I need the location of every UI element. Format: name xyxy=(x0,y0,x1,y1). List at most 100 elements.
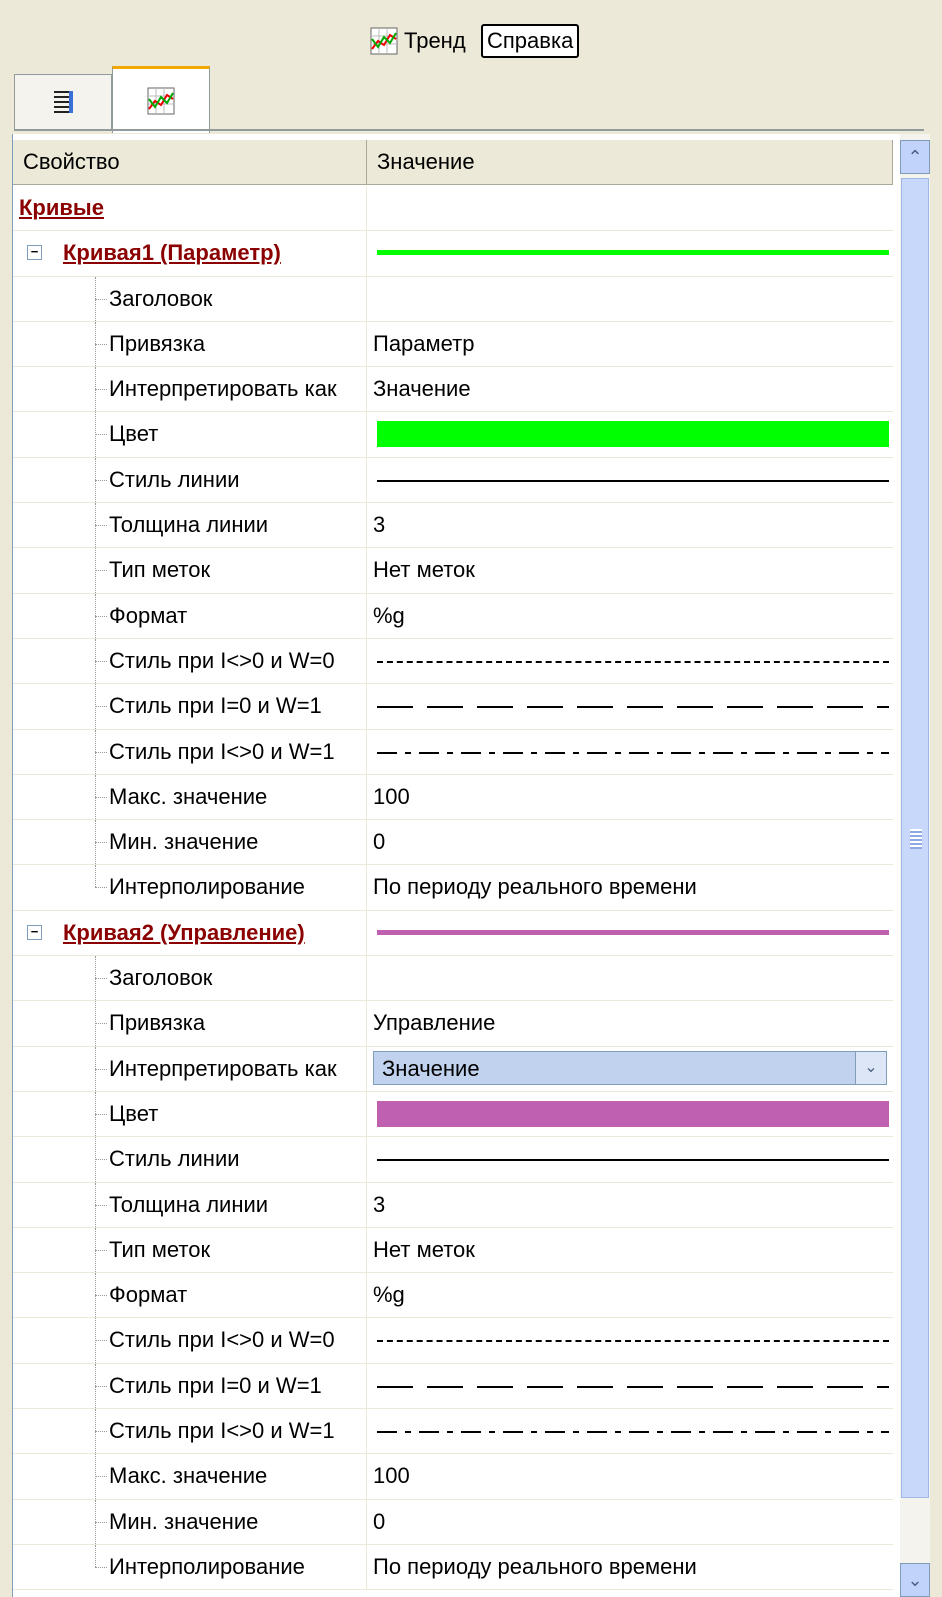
property-name: Заголовок xyxy=(109,965,213,991)
property-row[interactable]: Интерпретировать как Значение xyxy=(13,367,893,413)
property-name: Мин. значение xyxy=(109,829,259,855)
help-button[interactable]: Справка xyxy=(481,24,580,58)
property-row[interactable]: Стиль при I<>0 и W=0 xyxy=(13,1318,893,1364)
property-value[interactable]: Значение xyxy=(367,367,893,411)
grip-icon xyxy=(910,829,922,849)
line-style-dashdot[interactable] xyxy=(377,1431,889,1434)
curve-color-line xyxy=(377,250,889,256)
curve-label: Кривая2 (Управление) xyxy=(63,919,305,945)
curve-label: Кривая1 (Параметр) xyxy=(63,240,281,266)
section-curves[interactable]: Кривые xyxy=(13,186,893,232)
property-row[interactable]: Стиль линии xyxy=(13,1137,893,1183)
property-value[interactable]: Параметр xyxy=(367,322,893,366)
property-row[interactable]: Заголовок xyxy=(13,956,893,1002)
property-row[interactable]: Стиль при I=0 и W=1 xyxy=(13,1363,893,1410)
property-value[interactable]: 100 xyxy=(367,1454,893,1498)
property-row[interactable]: Мин. значение 0 xyxy=(13,820,893,866)
property-row[interactable]: Стиль при I<>0 и W=1 xyxy=(13,1409,893,1455)
color-swatch[interactable] xyxy=(377,421,889,448)
curve-2-header[interactable]: − Кривая2 (Управление) xyxy=(13,910,893,957)
property-value[interactable]: %g xyxy=(367,594,893,638)
property-name: Стиль при I<>0 и W=1 xyxy=(109,1418,335,1444)
property-row[interactable]: Толщина линии 3 xyxy=(13,1182,893,1228)
line-style-dotted[interactable] xyxy=(377,660,889,663)
property-value[interactable]: %g xyxy=(367,1273,893,1317)
property-row[interactable]: Макс. значение 100 xyxy=(13,774,893,821)
property-name: Тип меток xyxy=(109,1236,211,1262)
property-value[interactable]: 0 xyxy=(367,820,893,864)
tab-trend[interactable] xyxy=(112,66,210,133)
trend-button[interactable]: Тренд xyxy=(370,22,466,60)
property-row[interactable]: Интерполирование По периоду реального вре… xyxy=(13,1544,893,1591)
property-grid: Свойство Значение Кривые − Кривая1 (Парам… xyxy=(12,134,901,1597)
property-row[interactable]: Стиль при I<>0 и W=1 xyxy=(13,729,893,775)
curve-1-header[interactable]: − Кривая1 (Параметр) xyxy=(13,231,893,277)
vertical-scrollbar[interactable]: ⌃ ⌄ xyxy=(900,134,930,1597)
property-row[interactable]: Толщина линии 3 xyxy=(13,503,893,549)
property-value[interactable] xyxy=(367,956,893,1000)
line-style-dashed[interactable] xyxy=(377,706,889,709)
property-value[interactable]: По периоду реального времени xyxy=(367,865,893,909)
property-row[interactable]: Стиль при I<>0 и W=0 xyxy=(13,638,893,685)
property-value[interactable]: 0 xyxy=(367,1500,893,1544)
property-row[interactable]: Мин. значение 0 xyxy=(13,1499,893,1545)
interpret-dropdown[interactable]: Значение ⌄ xyxy=(373,1050,887,1085)
property-row[interactable]: Стиль при I=0 и W=1 xyxy=(13,684,893,730)
chevron-down-icon[interactable]: ⌄ xyxy=(900,1563,930,1597)
chevron-down-icon[interactable]: ⌄ xyxy=(855,1051,886,1084)
property-value[interactable]: Нет меток xyxy=(367,548,893,592)
property-name: Стиль при I<>0 и W=0 xyxy=(109,1327,335,1353)
property-name: Интерпретировать как xyxy=(109,376,337,402)
collapse-icon[interactable]: − xyxy=(27,245,42,261)
property-row[interactable]: Тип меток Нет меток xyxy=(13,1227,893,1274)
property-value[interactable]: 100 xyxy=(367,775,893,819)
property-row[interactable]: Цвет xyxy=(13,412,893,458)
property-value[interactable] xyxy=(367,277,893,321)
property-name: Интерполирование xyxy=(109,874,305,900)
property-name: Стиль при I<>0 и W=1 xyxy=(109,738,335,764)
grid-header: Свойство Значение xyxy=(13,140,893,185)
line-style-solid[interactable] xyxy=(377,479,889,482)
property-value[interactable]: 3 xyxy=(367,503,893,547)
collapse-icon[interactable]: − xyxy=(27,924,42,940)
property-value[interactable]: Управление xyxy=(367,1001,893,1045)
section-label: Кривые xyxy=(13,186,367,231)
property-name: Цвет xyxy=(109,1100,159,1126)
property-row[interactable]: Макс. значение 100 xyxy=(13,1454,893,1500)
property-row[interactable]: Тип меток Нет меток xyxy=(13,548,893,594)
property-value[interactable]: По периоду реального времени xyxy=(367,1545,893,1589)
property-name: Стиль линии xyxy=(109,466,240,492)
toolbar: Тренд Справка xyxy=(0,0,942,72)
property-name: Интерполирование xyxy=(109,1553,305,1579)
property-row[interactable]: Привязка Управление xyxy=(13,1001,893,1047)
property-row[interactable]: Заголовок xyxy=(13,276,893,322)
property-name: Макс. значение xyxy=(109,1463,268,1489)
property-name: Толщина линии xyxy=(109,512,269,538)
line-style-dashdot[interactable] xyxy=(377,751,889,754)
property-row[interactable]: Цвет xyxy=(13,1091,893,1138)
header-property[interactable]: Свойство xyxy=(13,140,367,184)
property-row[interactable]: Интерполирование По периоду реального вре… xyxy=(13,865,893,911)
property-row[interactable]: Формат %g xyxy=(13,1273,893,1319)
color-swatch[interactable] xyxy=(377,1100,889,1127)
line-style-dashed[interactable] xyxy=(377,1385,889,1388)
property-name: Толщина линии xyxy=(109,1191,269,1217)
property-row[interactable]: Интерпретировать как Значение ⌄ xyxy=(13,1046,893,1092)
property-name: Стиль при I<>0 и W=0 xyxy=(109,647,335,673)
property-value[interactable]: Нет меток xyxy=(367,1228,893,1272)
property-name: Стиль при I=0 и W=1 xyxy=(109,1372,322,1398)
header-value[interactable]: Значение xyxy=(367,140,893,184)
scrollbar-thumb[interactable] xyxy=(901,178,929,1498)
property-name: Привязка xyxy=(109,330,206,356)
trend-chart-icon xyxy=(147,87,175,115)
chevron-up-icon[interactable]: ⌃ xyxy=(900,140,930,174)
property-name: Формат xyxy=(109,602,188,628)
line-style-solid[interactable] xyxy=(377,1159,889,1162)
property-row[interactable]: Стиль линии xyxy=(13,457,893,504)
property-row[interactable]: Формат %g xyxy=(13,593,893,639)
line-style-dotted[interactable] xyxy=(377,1340,889,1343)
tab-categorized[interactable] xyxy=(14,74,112,129)
property-value[interactable]: 3 xyxy=(367,1183,893,1227)
property-row[interactable]: Привязка Параметр xyxy=(13,321,893,368)
trend-chart-icon xyxy=(370,27,398,55)
